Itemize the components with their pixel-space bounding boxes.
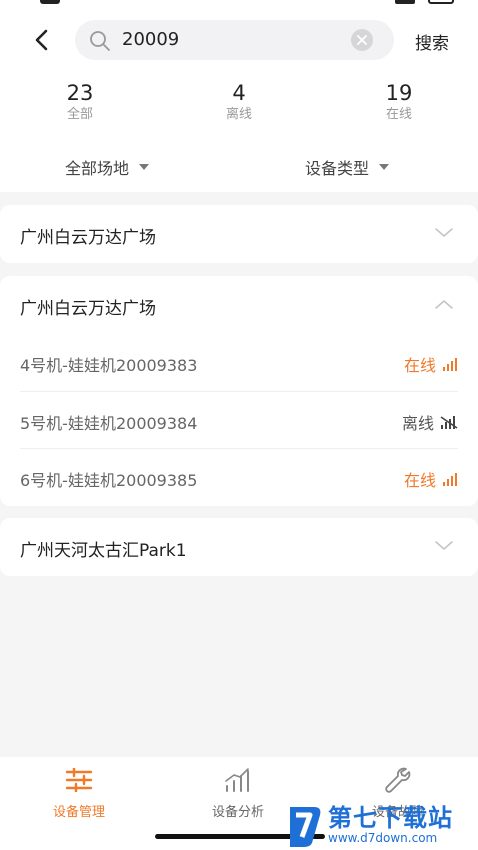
stat-count: 19: [385, 81, 413, 105]
search-bar[interactable]: 20009: [75, 20, 394, 60]
no-signal-icon: [440, 416, 458, 429]
sliders-icon: [65, 768, 93, 792]
watermark-url: www.d7down.com: [328, 831, 438, 845]
venue-group: 广州白云万达广场 4号机-娃娃机20009383 在线 5号机-娃娃机20009…: [0, 276, 478, 506]
tab-device-management[interactable]: 设备管理: [19, 765, 139, 820]
battery-icon: [428, 0, 454, 4]
device-row[interactable]: 6号机-娃娃机20009385 在线: [20, 448, 458, 505]
device-type-filter-dropdown[interactable]: 设备类型: [305, 155, 390, 179]
caret-down-icon: [139, 164, 150, 170]
chevron-left-icon: [35, 29, 48, 51]
watermark: 第七下载站 www.d7down.com: [284, 800, 478, 850]
stat-label: 在线: [385, 107, 412, 122]
device-stats: 23 全部 4 离线 19 在线: [0, 80, 478, 130]
device-status: 离线: [402, 410, 458, 434]
chevron-down-icon: [435, 541, 453, 550]
search-input[interactable]: 20009: [122, 29, 342, 51]
signal-icon: [395, 0, 415, 4]
clear-search-button[interactable]: [351, 29, 373, 51]
device-status-label: 在线: [403, 356, 436, 375]
venue-group-title: 广州白云万达广场: [20, 228, 156, 248]
stat-offline[interactable]: 4 离线: [189, 80, 289, 124]
header-area: 20009 搜索 23 全部 4 离线 19 在线 全部场地 设备类型: [0, 0, 478, 192]
stat-count: 23: [66, 81, 94, 105]
tab-device-analysis[interactable]: 设备分析: [178, 765, 298, 820]
venue-filter-label: 全部场地: [65, 159, 130, 178]
venue-group: 广州白云万达广场: [0, 205, 478, 263]
tab-label: 设备管理: [52, 805, 105, 820]
venue-filter-dropdown[interactable]: 全部场地: [65, 155, 150, 179]
close-icon: [357, 35, 367, 45]
status-bar: [0, 0, 478, 8]
device-status: 在线: [404, 352, 458, 376]
device-name: 4号机-娃娃机20009383: [20, 356, 198, 375]
chevron-up-icon: [435, 300, 453, 309]
time-fragment: [40, 0, 60, 4]
venue-group-header[interactable]: 广州白云万达广场: [0, 205, 478, 263]
venue-group: 广州天河太古汇Park1: [0, 518, 478, 576]
signal-bars-icon: [443, 473, 457, 486]
stat-label: 全部: [66, 107, 93, 122]
stat-count: 4: [232, 81, 246, 105]
filter-bar: 全部场地 设备类型: [0, 155, 478, 181]
chevron-down-icon: [435, 228, 453, 237]
search-icon: [90, 31, 110, 51]
back-button[interactable]: [28, 27, 54, 53]
watermark-logo: [284, 803, 324, 847]
device-row[interactable]: 5号机-娃娃机20009384 离线: [20, 391, 458, 448]
stat-online[interactable]: 19 在线: [349, 80, 449, 124]
device-name: 6号机-娃娃机20009385: [20, 471, 198, 490]
wrench-icon: [385, 767, 411, 793]
device-status: 在线: [404, 467, 458, 491]
search-button[interactable]: 搜索: [415, 29, 449, 54]
venue-group-header[interactable]: 广州天河太古汇Park1: [0, 518, 478, 576]
chart-icon: [225, 768, 249, 792]
device-status-label: 离线: [401, 414, 434, 433]
venue-group-header[interactable]: 广州白云万达广场: [0, 276, 478, 334]
device-type-filter-label: 设备类型: [305, 159, 370, 178]
device-name: 5号机-娃娃机20009384: [20, 414, 198, 433]
watermark-title: 第七下载站: [328, 804, 453, 832]
stat-label: 离线: [225, 107, 252, 122]
stat-all[interactable]: 23 全部: [30, 80, 130, 124]
signal-bars-icon: [443, 358, 457, 371]
device-status-label: 在线: [403, 471, 436, 490]
device-row[interactable]: 4号机-娃娃机20009383 在线: [20, 334, 458, 391]
venue-group-title: 广州白云万达广场: [20, 299, 156, 319]
tab-label: 设备分析: [211, 805, 264, 820]
venue-group-title: 广州天河太古汇Park1: [20, 541, 187, 561]
caret-down-icon: [379, 164, 390, 170]
